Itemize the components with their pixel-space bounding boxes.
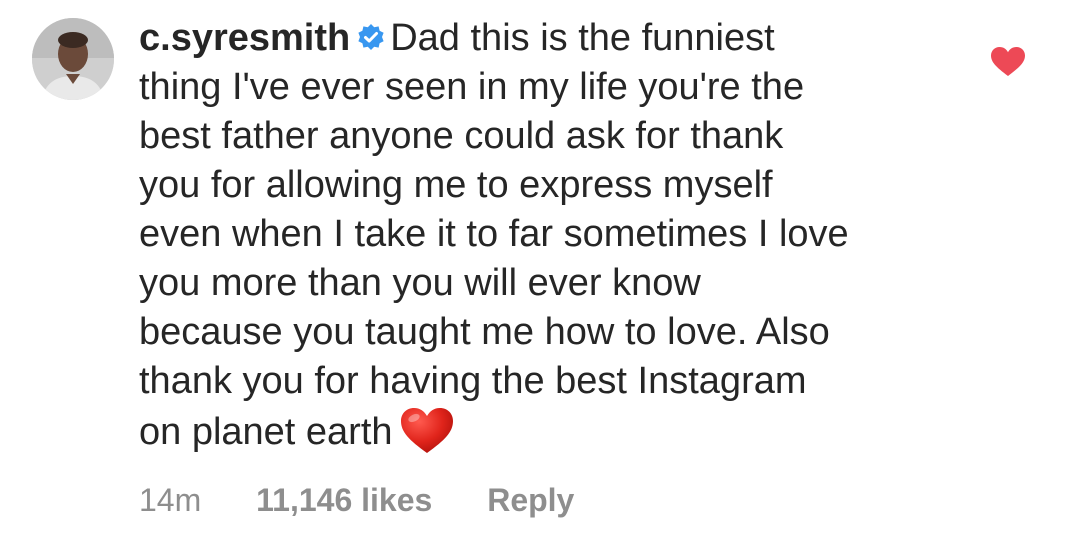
like-heart-icon[interactable] [990,46,1026,78]
comment-text: c.syresmith Dad this is the funniest thi… [139,14,939,457]
comment-line-4: you for allowing me to express myself [139,164,773,206]
comment-line-1: Dad this is the funniest [390,17,775,59]
comment-timestamp: 14m [139,482,202,518]
comment-line-7: because you taught me how to love. Also [139,311,830,353]
comment-line-6: you more than you will ever know [139,262,701,304]
red-heart-emoji-icon [399,406,455,456]
user-avatar[interactable] [32,18,114,100]
comment: c.syresmith Dad this is the funniest thi… [0,0,1080,542]
verified-badge-icon [356,23,386,53]
comment-line-8: thank you for having the best Instagram [139,360,807,402]
username-link[interactable]: c.syresmith [139,17,350,59]
comment-line-2: thing I've ever seen in my life you're t… [139,66,805,108]
comment-line-3: best father anyone could ask for thank [139,115,784,157]
reply-button[interactable]: Reply [487,478,574,522]
likes-count[interactable]: 11,146 likes [256,478,432,522]
comment-meta: 14m 11,146 likes Reply [139,478,574,522]
comment-line-5: even when I take it to far sometimes I l… [139,213,849,255]
comment-line-9: on planet earth [139,411,393,453]
